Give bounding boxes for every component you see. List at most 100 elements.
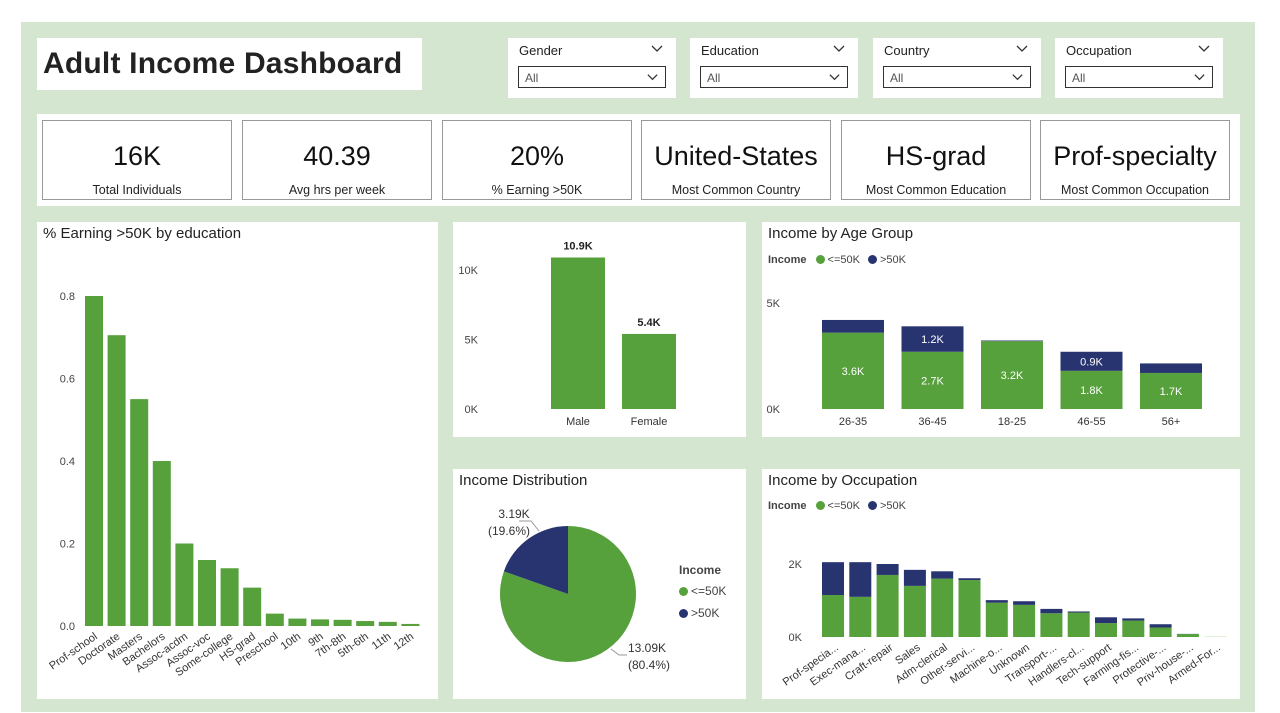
data-label: 3.19K (498, 507, 529, 521)
bar-segment (1067, 612, 1090, 637)
slicer-gender[interactable]: Gender All (508, 38, 676, 98)
slicer-occupation[interactable]: Occupation All (1055, 38, 1223, 98)
kpi-caption: Most Common Country (671, 183, 801, 197)
slicer-label: Education (701, 43, 759, 58)
education-chart-panel: % Earning >50K by education 0.0 0.2 0.4 0.6… (37, 222, 438, 699)
kpi-caption: % Earning >50K (491, 183, 583, 197)
chevron-down-icon[interactable] (1197, 41, 1211, 55)
bar-segment (985, 600, 1008, 603)
bar (198, 560, 216, 626)
bar-segment (1149, 627, 1172, 637)
chevron-down-icon (1012, 74, 1023, 81)
legend-dot-gt50k (679, 609, 688, 618)
x-tick-label: Female (631, 416, 668, 428)
x-tick-label: 36-45 (918, 416, 946, 428)
kpi-value: Prof-specialty (1053, 141, 1217, 171)
bar-segment (958, 580, 981, 637)
bar (551, 257, 605, 409)
kpi-value: 40.39 (303, 141, 371, 171)
occupation-chart: 0K2KProf-specia...Exec-mana...Craft-repa… (781, 559, 1227, 689)
x-tick-label: 46-55 (1077, 416, 1105, 428)
bar (311, 619, 329, 626)
kpi-value: 20% (509, 141, 565, 171)
pie-legend: Income <=50K >50K (679, 563, 726, 620)
y-tick-label: 0.0 (60, 621, 75, 633)
bar-segment (876, 564, 899, 575)
kpi-card-total-individuals: 16K Total Individuals (42, 120, 232, 200)
leader-line (610, 648, 627, 656)
bar-segment (981, 340, 1043, 342)
title-panel: Adult Income Dashboard (37, 38, 422, 90)
page-title: Adult Income Dashboard (43, 47, 403, 80)
y-tick-label: 5K (767, 298, 781, 310)
bar (622, 333, 676, 409)
bar (333, 619, 352, 626)
data-label: 10.9K (563, 240, 592, 252)
bar (220, 568, 239, 626)
bar-segment (1013, 601, 1036, 605)
chevron-down-icon[interactable] (832, 41, 846, 55)
bar-segment (822, 562, 844, 596)
data-label: 3.6K (842, 366, 865, 378)
y-tick-label: 0.2 (60, 539, 75, 551)
dropdown-value: All (707, 71, 721, 85)
data-label: 1.2K (921, 334, 944, 346)
bar-segment (931, 578, 954, 637)
education-chart: 0.00.20.40.60.8Prof-schoolDoctorateMaste… (47, 291, 420, 679)
kpi-caption: Most Common Occupation (1061, 183, 1209, 197)
slicer-country[interactable]: Country All (873, 38, 1041, 98)
gender-chart-panel: 0K 5K 10K 10.9K Male 5.4K Female (453, 222, 746, 437)
country-dropdown[interactable]: All (883, 66, 1031, 88)
y-tick-label: 0.6 (60, 374, 75, 386)
occupation-chart-panel: Income by Occupation Income <=50K >50K 0K 2… (762, 469, 1240, 699)
gender-dropdown[interactable]: All (518, 66, 666, 88)
legend-gt50k: >50K (691, 606, 720, 620)
x-tick-label: 12th (392, 631, 416, 653)
bar (378, 621, 397, 626)
chevron-down-icon[interactable] (1015, 41, 1029, 55)
data-label: 1.8K (1080, 385, 1103, 397)
age-chart-panel: Income by Age Group Income <=50K >50K 0K 5K… (762, 222, 1240, 437)
chevron-down-icon (647, 74, 658, 81)
bar (175, 543, 194, 626)
bar (356, 621, 375, 626)
bar-segment (903, 585, 926, 637)
x-tick-label: 11th (370, 631, 394, 653)
data-label-pct: (19.6%) (488, 524, 530, 538)
kpi-card-common-education: HS-grad Most Common Education (841, 120, 1031, 200)
bar-segment (1140, 363, 1202, 373)
slicer-education[interactable]: Education All (690, 38, 858, 98)
bar (288, 618, 307, 626)
bar-segment (849, 596, 872, 637)
data-label: 0.9K (1080, 356, 1103, 368)
x-tick-label: Male (566, 416, 590, 428)
bar-segment (822, 319, 884, 333)
x-tick-label: 10th (279, 631, 303, 653)
bar-segment (849, 562, 872, 597)
age-chart: 0K 5K 3.6K 26-35 2.7K 1.2K 36-45 3.2K 18-25 1.8K 0… (767, 298, 1202, 428)
chevron-down-icon[interactable] (650, 41, 664, 55)
bar-segment (1149, 624, 1172, 628)
chevron-down-icon (829, 74, 840, 81)
data-label: 2.7K (921, 375, 944, 387)
data-label: 3.2K (1001, 370, 1024, 382)
kpi-caption: Total Individuals (92, 183, 182, 197)
slicer-label: Occupation (1066, 43, 1132, 58)
bar-segment (822, 595, 844, 637)
bar-segment (985, 602, 1008, 637)
dropdown-value: All (1072, 71, 1086, 85)
occupation-dropdown[interactable]: All (1065, 66, 1213, 88)
legend-title: Income (679, 563, 722, 577)
y-tick-label: 0K (465, 404, 479, 416)
y-tick-label: 5K (465, 335, 479, 347)
data-label: 13.09K (628, 641, 666, 655)
kpi-card-avg-hours: 40.39 Avg hrs per week (242, 120, 432, 200)
kpi-card-pct-earning: 20% % Earning >50K (442, 120, 632, 200)
education-dropdown[interactable]: All (700, 66, 848, 88)
y-tick-label: 0.8 (60, 291, 75, 303)
kpi-caption: Avg hrs per week (288, 183, 386, 197)
dropdown-value: All (525, 71, 539, 85)
bar-segment (958, 578, 981, 581)
data-label: 5.4K (637, 317, 660, 329)
bar (265, 613, 284, 626)
